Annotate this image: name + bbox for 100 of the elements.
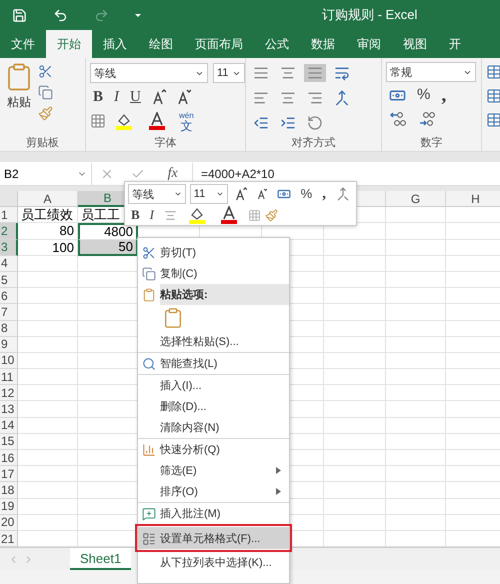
ribbon-tab[interactable]: 公式: [254, 30, 300, 58]
scissors-icon[interactable]: [142, 246, 156, 260]
ribbon-tab[interactable]: 开始: [46, 30, 92, 58]
paste-button[interactable]: 粘贴: [7, 94, 31, 111]
row-header[interactable]: 2: [0, 223, 18, 240]
menu-item[interactable]: 复制(C): [138, 263, 289, 284]
border-icon[interactable]: [90, 113, 106, 129]
phonetic-button[interactable]: wén 文: [177, 110, 196, 132]
table-cell: [18, 352, 78, 370]
table-cell: [18, 401, 78, 418]
ribbon-tab[interactable]: 开: [438, 30, 472, 58]
menu-item[interactable]: 排序(O): [138, 481, 289, 502]
table-icon[interactable]: [486, 88, 500, 104]
table-cell: [324, 304, 386, 320]
menu-item[interactable]: 插入(I)...: [138, 374, 289, 396]
font-size-select[interactable]: 11: [213, 63, 245, 83]
row-header[interactable]: 8: [0, 320, 18, 337]
row-header[interactable]: 7: [0, 304, 18, 320]
table-icon[interactable]: [486, 112, 500, 128]
ribbon-tab[interactable]: 文件: [0, 30, 46, 58]
group-label: 剪贴板: [25, 136, 60, 151]
list-icon[interactable]: [142, 532, 156, 546]
redo-icon[interactable]: [94, 8, 109, 22]
comma-style-button[interactable]: ,: [319, 185, 329, 203]
menu-item[interactable]: 设置单元格格式(F)...: [138, 527, 289, 549]
table-cell: [386, 418, 446, 434]
font-select[interactable]: 等线: [128, 184, 186, 204]
menu-item[interactable]: 选择性粘贴(S)...: [138, 331, 289, 352]
row-header[interactable]: 17: [0, 466, 18, 482]
menu-item[interactable]: 筛选(E): [138, 460, 289, 481]
row-header[interactable]: 13: [0, 401, 18, 418]
ribbon-tab[interactable]: 页面布局: [184, 30, 254, 58]
row-header[interactable]: 12: [0, 385, 18, 402]
row-header[interactable]: 21: [0, 530, 18, 548]
italic-button[interactable]: I: [146, 206, 158, 224]
table-cell: [386, 498, 446, 515]
row-header[interactable]: 16: [0, 450, 18, 466]
menu-item[interactable]: 快速分析(Q): [138, 438, 289, 460]
ribbon-tab[interactable]: 审阅: [346, 30, 392, 58]
table-icon[interactable]: [486, 64, 500, 80]
font-size-select[interactable]: 11: [190, 184, 228, 204]
ribbon-tab[interactable]: 插入: [92, 30, 138, 58]
copy-icon[interactable]: [142, 266, 156, 280]
table-cell: [324, 272, 386, 288]
row-header[interactable]: 9: [0, 336, 18, 353]
table-cell: [386, 466, 446, 482]
align-bottom-icon[interactable]: [304, 64, 326, 82]
paintbrush-icon[interactable]: [38, 106, 53, 121]
column-header[interactable]: A: [18, 191, 78, 208]
row-header[interactable]: 5: [0, 272, 18, 288]
percent-button[interactable]: %: [414, 86, 434, 104]
ribbon-tab[interactable]: 绘图: [138, 30, 184, 58]
table-cell: [386, 288, 446, 304]
name-box[interactable]: B2: [0, 162, 92, 184]
italic-button[interactable]: I: [111, 88, 122, 106]
menu-item[interactable]: 智能查找(L): [138, 352, 289, 374]
submenu-arrow-icon: [276, 467, 281, 474]
search-icon[interactable]: [142, 356, 156, 370]
undo-icon[interactable]: [53, 8, 68, 22]
formula-input[interactable]: =4000+A2*10: [193, 166, 274, 180]
menu-item[interactable]: 剪切(T): [138, 242, 289, 263]
clipboard-icon[interactable]: [142, 288, 156, 302]
customize-caret-icon[interactable]: [135, 14, 141, 16]
table-cell: [324, 320, 386, 337]
table-cell: [324, 336, 386, 353]
chart-icon[interactable]: [142, 442, 156, 456]
row-header[interactable]: 15: [0, 434, 18, 450]
number-format-select[interactable]: 常规: [386, 62, 476, 82]
border-icon[interactable]: [248, 208, 262, 222]
sheet-tab[interactable]: Sheet1: [70, 548, 132, 570]
comma-style-button[interactable]: ,: [438, 86, 450, 104]
row-header[interactable]: 10: [0, 352, 18, 370]
ribbon-tab[interactable]: 视图: [392, 30, 438, 58]
column-header[interactable]: G: [386, 191, 446, 208]
row-header[interactable]: 11: [0, 369, 18, 386]
row-header[interactable]: 1: [0, 207, 18, 224]
scissors-icon[interactable]: [38, 64, 53, 79]
underline-button[interactable]: U: [127, 88, 144, 106]
menu-item[interactable]: 从下拉列表中选择(K)...: [138, 552, 289, 573]
comment-icon[interactable]: [142, 506, 156, 520]
row-header[interactable]: 6: [0, 288, 18, 304]
paintbrush-icon[interactable]: [265, 208, 278, 222]
insert-function-button[interactable]: fx: [162, 164, 184, 182]
column-header[interactable]: H: [446, 191, 500, 208]
save-icon[interactable]: [12, 8, 27, 22]
row-header[interactable]: 4: [0, 256, 18, 272]
paste-icon[interactable]: [162, 307, 184, 329]
row-header[interactable]: 19: [0, 498, 18, 515]
font-select[interactable]: 等线: [90, 63, 208, 83]
bold-button[interactable]: B: [90, 88, 106, 106]
row-header[interactable]: 18: [0, 482, 18, 499]
group-label: 字体: [154, 136, 178, 151]
menu-item[interactable]: 清除内容(N): [138, 417, 289, 438]
row-header[interactable]: 3: [0, 240, 18, 256]
percent-button[interactable]: %: [298, 185, 316, 203]
row-header[interactable]: 20: [0, 514, 18, 531]
row-header[interactable]: 14: [0, 418, 18, 434]
ribbon-tab[interactable]: 数据: [300, 30, 346, 58]
copy-icon[interactable]: [38, 85, 53, 100]
menu-item[interactable]: 删除(D)...: [138, 396, 289, 417]
